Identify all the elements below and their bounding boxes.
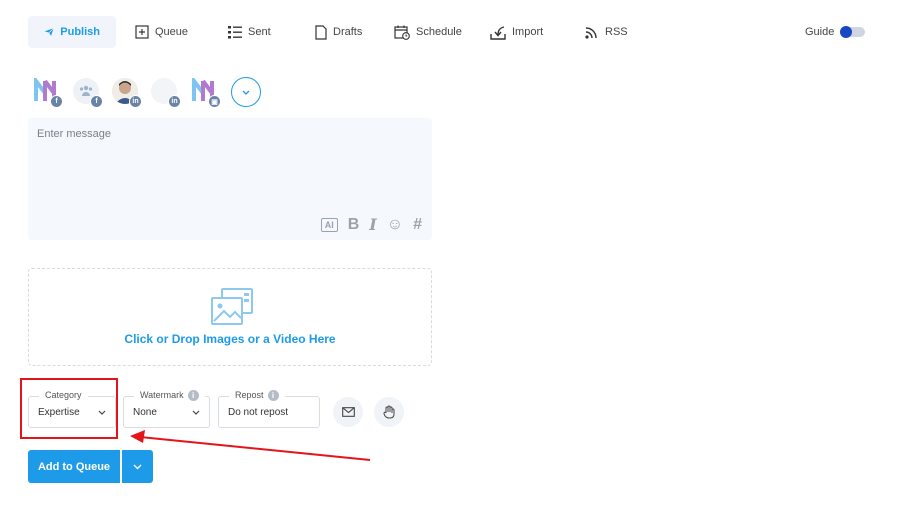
tab-sent[interactable]: Sent <box>228 16 271 48</box>
linkedin-badge-icon: in <box>168 95 181 108</box>
tab-label: RSS <box>605 26 628 38</box>
highlight-box <box>20 378 118 439</box>
account-avatar[interactable]: f <box>73 78 103 108</box>
tab-drafts[interactable]: Drafts <box>315 16 362 48</box>
envelope-icon <box>341 407 355 417</box>
chevron-down-icon <box>242 90 250 95</box>
tab-label: Publish <box>60 26 100 38</box>
document-icon <box>315 24 327 40</box>
add-to-queue-button[interactable]: Add to Queue <box>28 450 120 483</box>
page-badge-icon: ▣ <box>208 95 221 108</box>
toggle-knob <box>840 26 853 38</box>
message-placeholder: Enter message <box>37 128 111 140</box>
tab-label: Schedule <box>416 26 462 38</box>
hand-icon <box>383 405 395 419</box>
tab-publish[interactable]: Publish <box>28 16 116 48</box>
paper-plane-icon <box>44 27 54 36</box>
guide-label: Guide <box>805 26 835 38</box>
linkedin-badge-icon: in <box>129 95 142 108</box>
import-icon <box>490 25 506 40</box>
tab-label: Queue <box>155 26 189 38</box>
italic-icon[interactable]: I <box>369 215 376 234</box>
account-avatar[interactable]: ▣ <box>191 75 221 108</box>
message-toolbar: AI B I ☺ # <box>311 215 422 234</box>
repost-label-group: Repost i <box>229 390 285 401</box>
repost-select[interactable]: Repost i Do not repost <box>218 390 320 428</box>
drop-label: Click or Drop Images or a Video Here <box>124 332 336 346</box>
annotation-arrow-icon <box>130 430 371 461</box>
tab-import[interactable]: Import <box>490 16 543 48</box>
calendar-clock-icon <box>394 25 410 40</box>
tab-label: Drafts <box>333 26 363 38</box>
bold-icon[interactable]: B <box>348 216 360 234</box>
email-notify-button[interactable] <box>333 397 363 427</box>
guide-toggle[interactable] <box>840 26 866 38</box>
hashtag-icon[interactable]: # <box>413 216 422 234</box>
guide-toggle-group: Guide <box>805 26 866 38</box>
info-icon[interactable]: i <box>267 390 279 401</box>
rss-icon <box>585 27 597 39</box>
more-accounts-button[interactable] <box>231 77 261 107</box>
watermark-label-group: Watermark i <box>134 390 205 401</box>
watermark-label: Watermark <box>140 390 184 400</box>
manual-approval-button[interactable] <box>374 397 404 427</box>
facebook-badge-icon: f <box>90 95 103 108</box>
add-options-dropdown-button[interactable] <box>122 450 153 483</box>
repost-label: Repost <box>235 390 264 400</box>
facebook-badge-icon: f <box>50 95 63 108</box>
watermark-select[interactable]: Watermark i None <box>123 390 210 428</box>
watermark-value: None <box>133 407 157 418</box>
account-avatar[interactable]: in <box>151 78 181 108</box>
chevron-down-icon <box>192 410 200 415</box>
group-icon <box>79 85 93 96</box>
list-icon <box>228 26 242 39</box>
account-avatar[interactable]: f <box>33 75 63 108</box>
queue-add-icon <box>135 25 149 39</box>
tab-schedule[interactable]: Schedule <box>394 16 462 48</box>
ai-assist-icon[interactable]: AI <box>320 217 338 232</box>
emoji-icon[interactable]: ☺ <box>387 216 403 234</box>
tab-label: Sent <box>248 26 271 38</box>
image-upload-icon <box>211 288 253 325</box>
repost-value: Do not repost <box>228 407 289 418</box>
chevron-down-icon <box>133 464 142 469</box>
message-input[interactable]: Enter message AI B I ☺ # <box>28 118 432 240</box>
tab-label: Import <box>512 26 544 38</box>
account-avatar[interactable]: in <box>112 78 142 108</box>
tab-rss[interactable]: RSS <box>585 16 628 48</box>
media-drop-zone[interactable]: Click or Drop Images or a Video Here <box>28 268 432 366</box>
tab-queue[interactable]: Queue <box>135 16 188 48</box>
info-icon[interactable]: i <box>187 390 199 401</box>
